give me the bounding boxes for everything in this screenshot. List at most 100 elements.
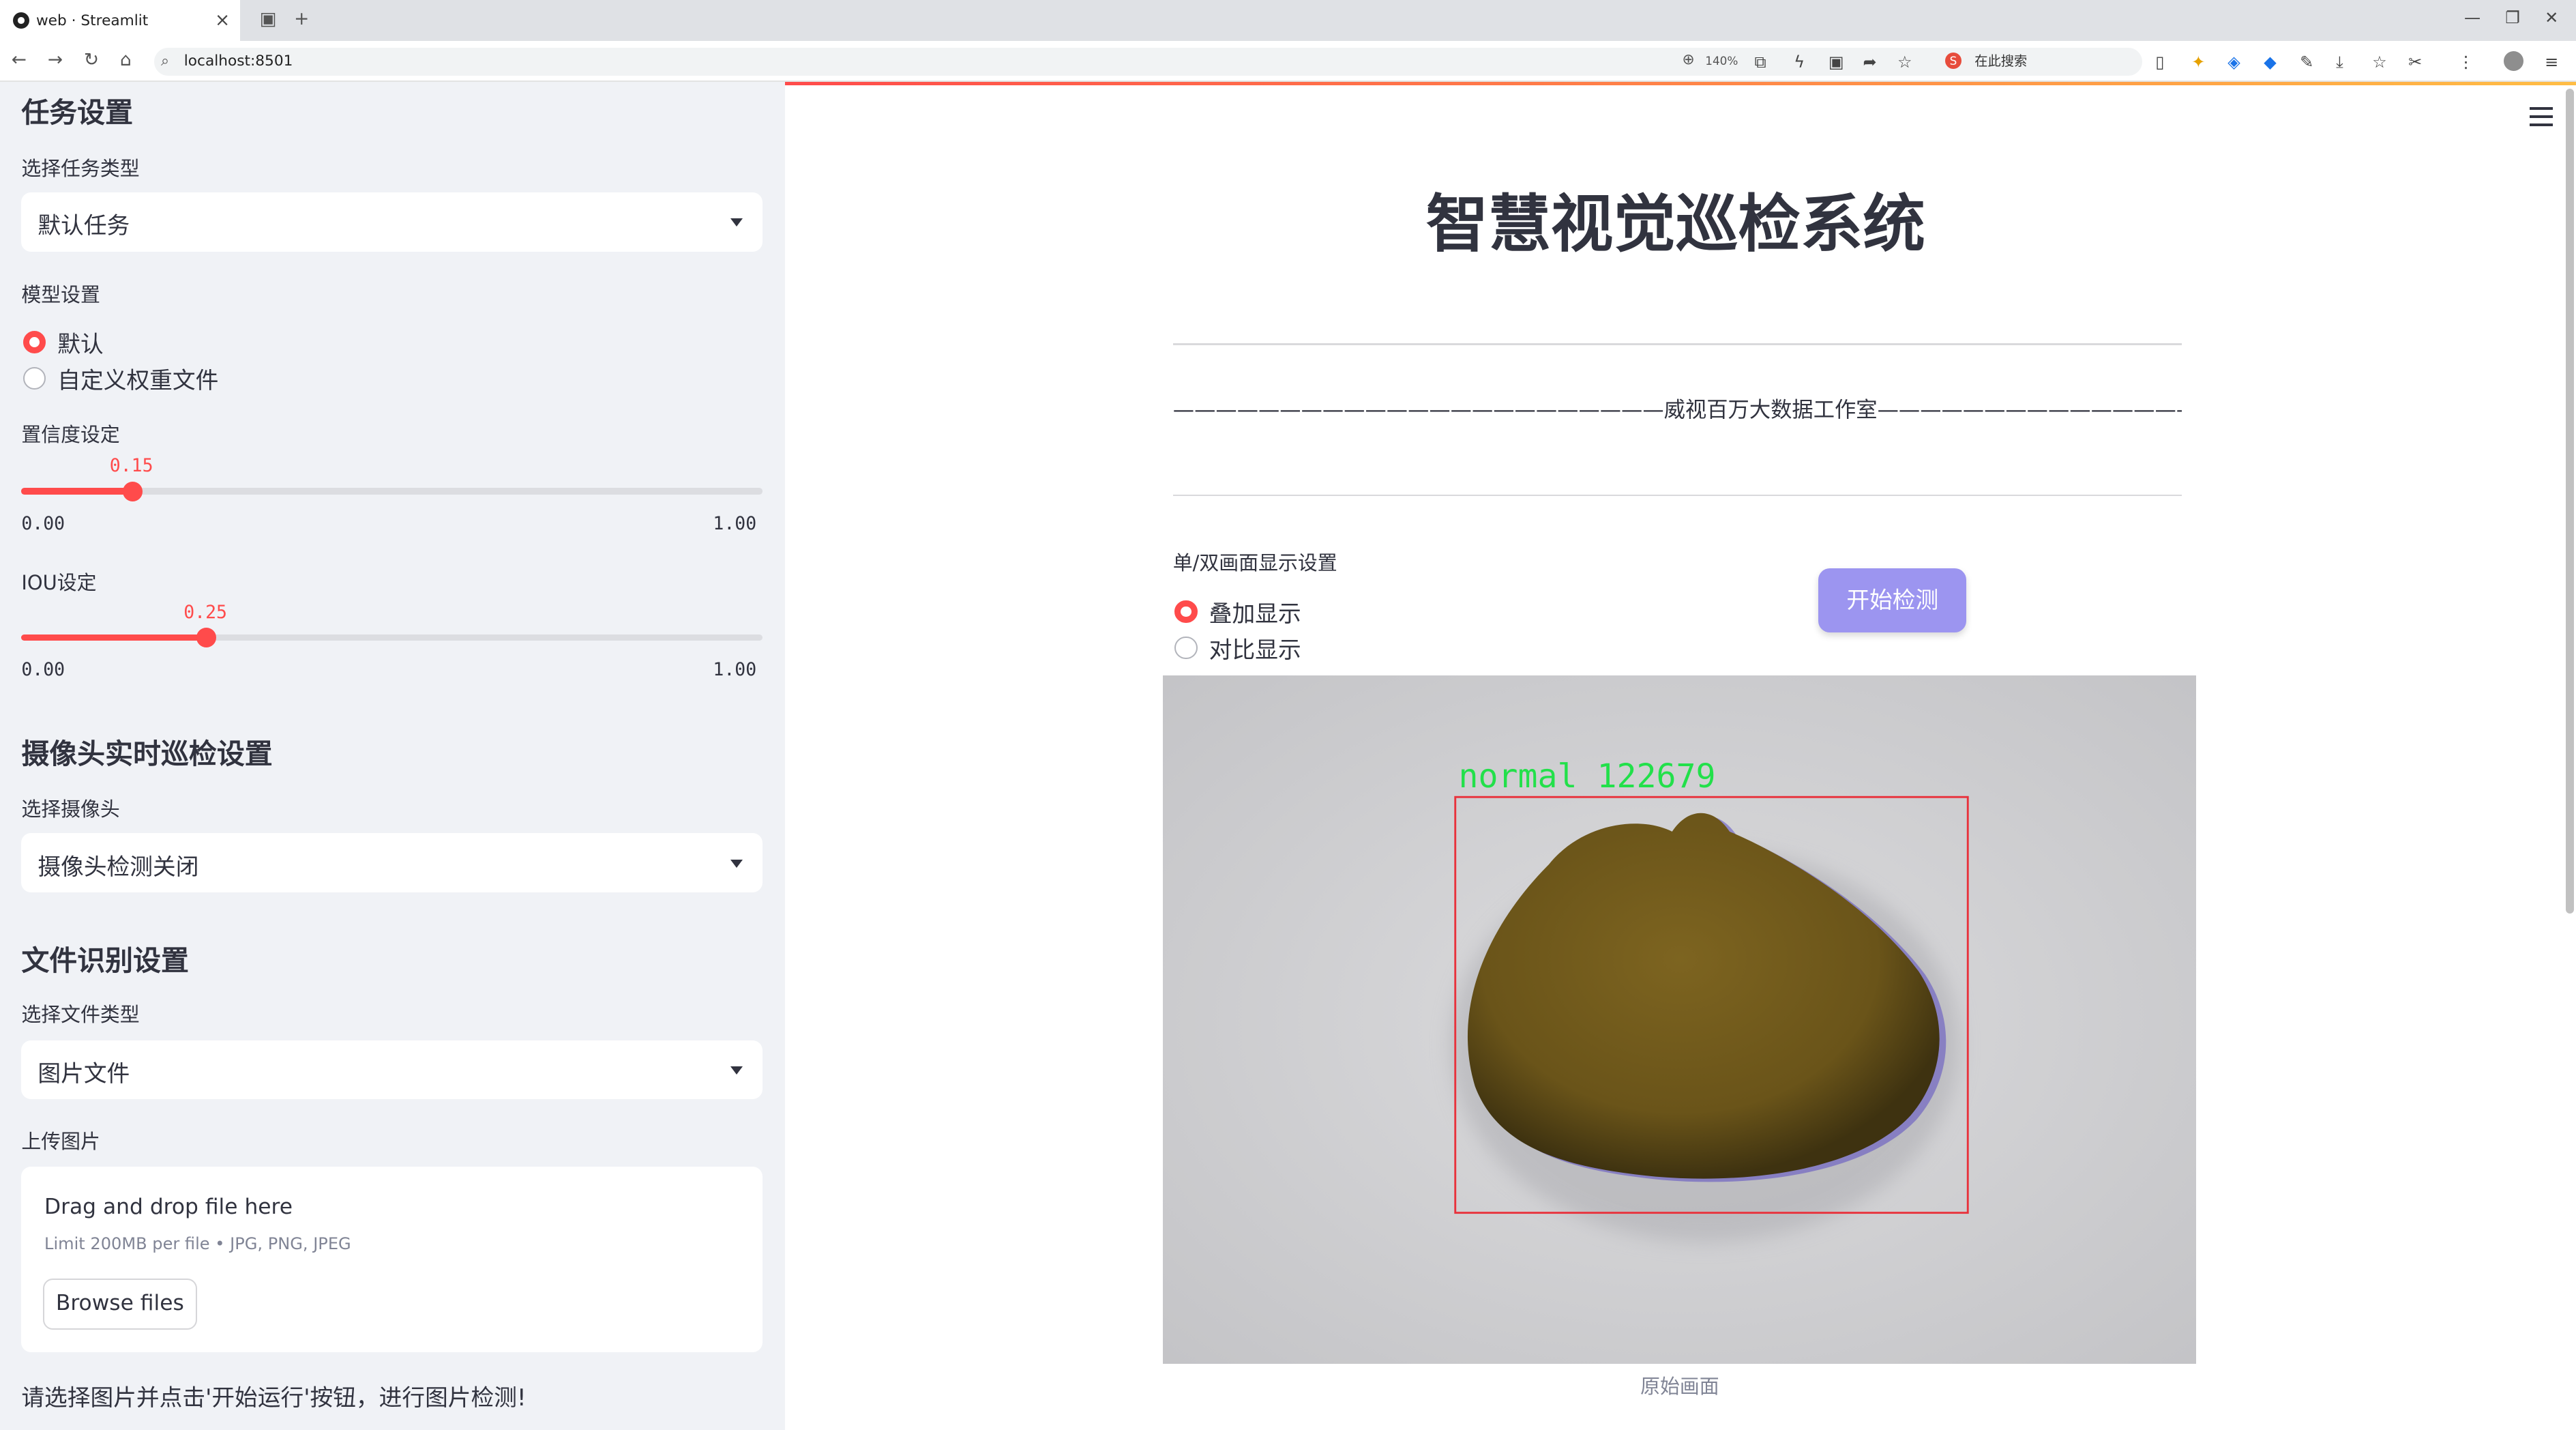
dropzone-limit: Limit 200MB per file • JPG, PNG, JPEG: [44, 1234, 351, 1253]
radio-label: 对比显示: [1209, 636, 1301, 663]
iou-min: 0.00: [21, 658, 65, 680]
camera-value: 摄像头检测关闭: [38, 853, 199, 880]
page-title: 智慧视觉巡检系统: [1425, 188, 1925, 261]
iou-slider-fill: [21, 634, 207, 641]
divider: [1172, 495, 2182, 497]
iou-max: 1.00: [713, 658, 757, 680]
detection-image: normal 122679: [1163, 675, 2197, 1365]
search-placeholder: 在此搜索: [1974, 53, 2028, 70]
url-text[interactable]: localhost:8501: [184, 53, 293, 70]
divider: [1172, 343, 2182, 345]
extension-icon[interactable]: ✦: [2191, 53, 2205, 72]
iou-slider-handle[interactable]: [196, 628, 217, 647]
camera-select[interactable]: 摄像头检测关闭: [21, 833, 763, 892]
favorite-icon[interactable]: ☆: [1897, 53, 1912, 72]
chevron-down-icon: [730, 218, 743, 227]
restore-icon[interactable]: ❐: [2505, 8, 2520, 27]
file-settings-header: 文件识别设置: [21, 944, 189, 978]
lightning-icon[interactable]: ϟ: [1794, 53, 1805, 72]
forward-icon[interactable]: →: [48, 49, 63, 70]
radio-label: 自定义权重文件: [57, 366, 219, 394]
new-tab-icon[interactable]: +: [294, 8, 309, 29]
radio-unselected-icon[interactable]: [23, 366, 46, 390]
reload-icon[interactable]: ↻: [84, 49, 99, 70]
file-type-label: 选择文件类型: [21, 1003, 140, 1027]
search-icon: ⌕: [161, 53, 170, 70]
browser-search-box[interactable]: S 在此搜索: [1938, 49, 2136, 74]
sidebar: 任务设置 选择任务类型 默认任务 模型设置 默认 自定义权重文件 置信度设定 0…: [0, 82, 786, 1430]
download-icon[interactable]: ⤓: [2336, 53, 2343, 72]
chevron-down-icon: [730, 1066, 743, 1075]
file-type-value: 图片文件: [38, 1060, 130, 1088]
extension-icon[interactable]: ✎: [2300, 53, 2313, 72]
browser-tab-bar: web · Streamlit × ▣ + — ❐ ✕: [0, 0, 2576, 42]
confidence-max: 1.00: [713, 512, 757, 534]
radio-selected-icon[interactable]: [1174, 600, 1198, 624]
dropzone-title: Drag and drop file here: [44, 1195, 293, 1220]
tab-group-icon[interactable]: ▣: [260, 8, 277, 29]
confidence-slider[interactable]: [21, 481, 763, 501]
browse-files-button[interactable]: Browse files: [42, 1278, 198, 1330]
detection-image-svg: normal 122679: [1163, 675, 2197, 1365]
model-option-default[interactable]: 默认: [23, 325, 104, 359]
iou-slider[interactable]: [21, 628, 763, 647]
confidence-min: 0.00: [21, 512, 65, 534]
scrollbar[interactable]: [2566, 89, 2575, 914]
task-type-value: 默认任务: [38, 212, 130, 239]
image-caption: 原始画面: [1640, 1374, 1719, 1398]
radio-selected-icon[interactable]: [23, 330, 46, 354]
display-mode-label: 单/双画面显示设置: [1172, 551, 1337, 575]
avatar[interactable]: [2503, 50, 2523, 71]
browser-tab[interactable]: web · Streamlit ×: [0, 0, 240, 42]
more-menu-icon[interactable]: ⋮: [2457, 53, 2474, 72]
chevron-down-icon: [730, 859, 743, 868]
radio-unselected-icon[interactable]: [1174, 636, 1198, 660]
iou-value: 0.25: [183, 601, 227, 623]
model-settings-label: 模型设置: [21, 283, 100, 307]
extension-icon[interactable]: ◆: [2264, 53, 2277, 72]
minimize-icon[interactable]: —: [2464, 8, 2481, 27]
file-type-select[interactable]: 图片文件: [21, 1040, 763, 1100]
camera-settings-header: 摄像头实时巡检设置: [21, 737, 273, 770]
main-content: 智慧视觉巡检系统 ———————————————————————威视百万大数据工…: [785, 82, 2576, 1430]
screenshot-icon[interactable]: ▣: [1829, 53, 1844, 72]
studio-line: ———————————————————————威视百万大数据工作室———————…: [1172, 397, 2182, 422]
cut-icon[interactable]: ✂: [2408, 53, 2422, 72]
display-option-overlay[interactable]: 叠加显示: [1174, 595, 1301, 628]
top-decoration: [785, 82, 2576, 86]
search-engine-icon: S: [1944, 53, 1961, 70]
translate-icon[interactable]: ⧉: [1754, 53, 1766, 72]
share-icon[interactable]: ➦: [1863, 53, 1876, 72]
display-option-compare[interactable]: 对比显示: [1174, 631, 1301, 665]
model-option-custom-weights[interactable]: 自定义权重文件: [23, 362, 219, 395]
file-dropzone[interactable]: Drag and drop file here Limit 200MB per …: [21, 1167, 763, 1353]
task-type-label: 选择任务类型: [21, 156, 140, 180]
url-field[interactable]: [154, 47, 2142, 76]
hamburger-menu-icon[interactable]: [2530, 106, 2553, 127]
confidence-label: 置信度设定: [21, 423, 120, 447]
zoom-level[interactable]: 140%: [1705, 54, 1738, 68]
radio-label: 叠加显示: [1209, 600, 1301, 627]
streamlit-favicon-icon: [13, 12, 30, 29]
tab-title: web · Streamlit: [35, 12, 149, 29]
camera-label: 选择摄像头: [21, 798, 120, 821]
confidence-slider-fill: [21, 488, 133, 495]
home-icon[interactable]: ⌂: [120, 49, 132, 70]
start-detection-button[interactable]: 开始检测: [1818, 568, 1967, 633]
iou-label: IOU设定: [21, 570, 97, 594]
confidence-value: 0.15: [109, 455, 153, 477]
task-settings-header: 任务设置: [21, 96, 134, 130]
confidence-slider-handle[interactable]: [122, 481, 143, 501]
back-icon[interactable]: ←: [12, 49, 27, 70]
close-tab-icon[interactable]: ×: [215, 10, 230, 31]
detection-label: normal 122679: [1459, 757, 1716, 796]
window-close-icon[interactable]: ✕: [2545, 8, 2558, 27]
task-type-select[interactable]: 默认任务: [21, 192, 763, 252]
radio-label: 默认: [57, 330, 104, 358]
extension-icon[interactable]: ◈: [2227, 53, 2240, 72]
browser-menu-icon[interactable]: ≡: [2545, 53, 2558, 72]
address-bar: ← → ↻ ⌂ ⌕ localhost:8501 ⊕ 140% ⧉ ϟ ▣ ➦ …: [0, 41, 2576, 83]
bookmark-icon[interactable]: ☆: [2372, 53, 2387, 72]
zoom-icon[interactable]: ⊕: [1683, 51, 1695, 68]
reading-mode-icon[interactable]: ▯: [2155, 53, 2164, 72]
